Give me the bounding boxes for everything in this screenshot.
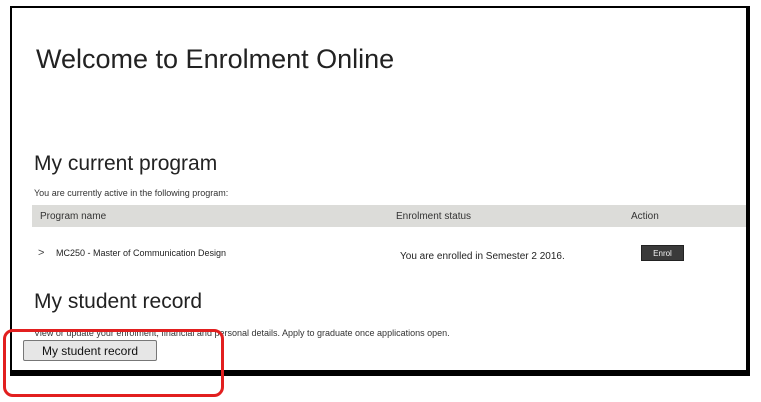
chevron-right-icon[interactable]: > xyxy=(38,247,44,259)
highlight-annotation xyxy=(3,329,224,397)
current-program-intro: You are currently active in the followin… xyxy=(34,188,229,198)
page-title: Welcome to Enrolment Online xyxy=(36,44,395,74)
column-enrolment-status: Enrolment status xyxy=(396,211,472,222)
student-record-heading: My student record xyxy=(34,290,203,313)
column-program-name: Program name xyxy=(40,211,107,222)
current-program-heading: My current program xyxy=(34,152,218,175)
table-row: > MC250 - Master of Communication Design… xyxy=(32,243,746,267)
program-table-header: Program name Enrolment status Action xyxy=(32,205,746,227)
column-action: Action xyxy=(631,211,659,222)
page-frame: Welcome to Enrolment Online My current p… xyxy=(10,6,750,376)
program-name[interactable]: MC250 - Master of Communication Design xyxy=(56,248,226,258)
enrol-button[interactable]: Enrol xyxy=(641,245,684,261)
enrolment-status: You are enrolled in Semester 2 2016. xyxy=(400,251,565,262)
